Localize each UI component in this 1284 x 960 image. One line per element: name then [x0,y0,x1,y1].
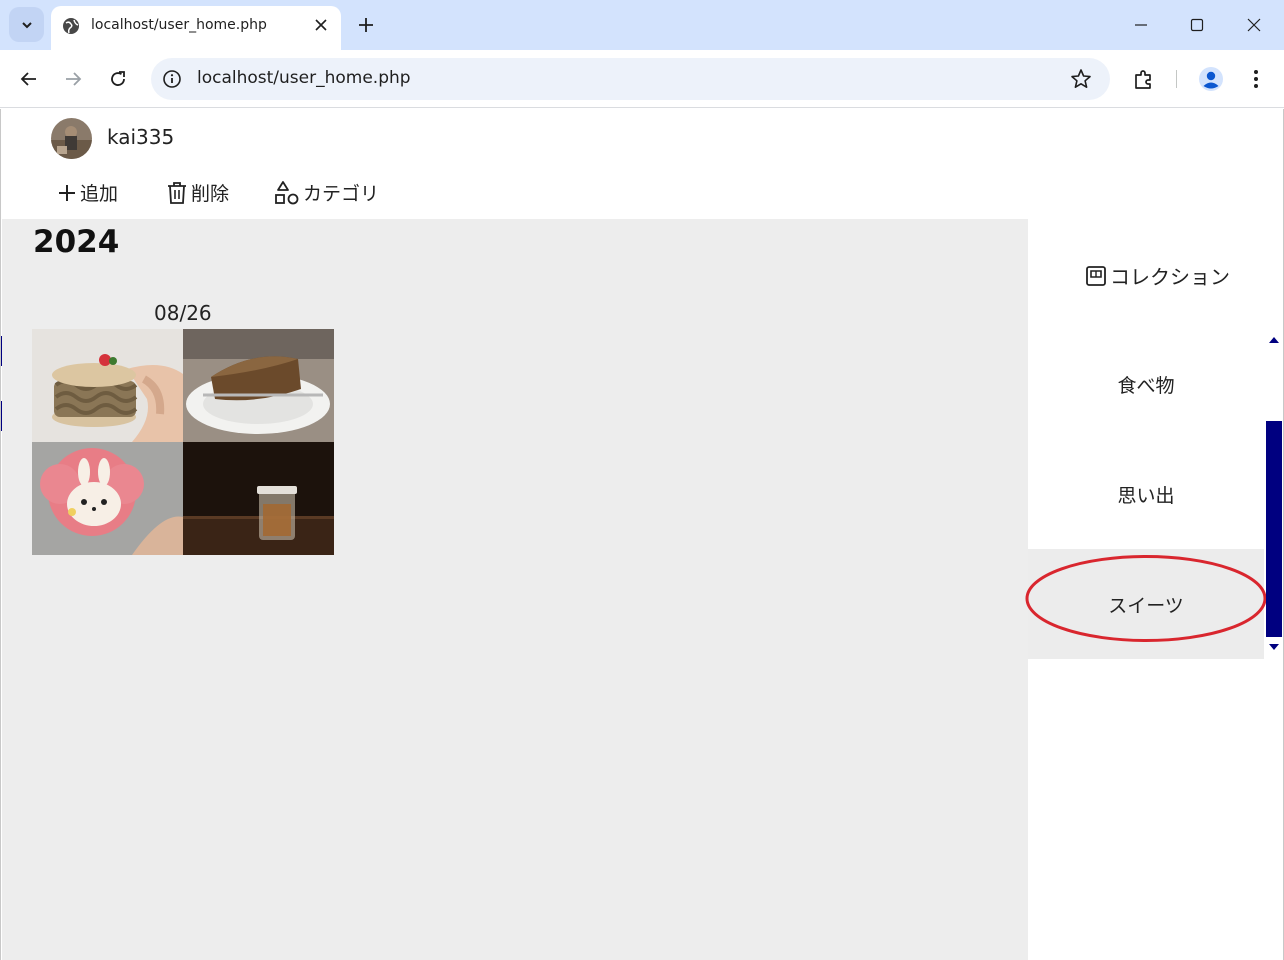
photo-timeline: 2024 08/26 [2,219,1028,960]
plus-icon [359,18,373,32]
browser-tab-strip: localhost/user_home.php [0,0,1284,50]
forward-button[interactable] [58,64,88,94]
date-label: 08/26 [154,301,212,325]
photo-thumbnail-jar[interactable] [183,442,334,555]
close-icon [1247,18,1261,32]
trash-icon [168,181,186,204]
collection-heading[interactable]: コレクション [1085,261,1230,290]
plus-icon [59,184,75,201]
window-close-button[interactable] [1239,10,1269,40]
close-icon [315,19,327,31]
scroll-down-arrow[interactable] [1269,644,1279,650]
browser-toolbar: localhost/user_home.php [0,50,1284,108]
category-label: 食べ物 [1117,374,1175,397]
year-heading: 2024 [33,224,120,260]
web-page: kai335 追加 削除 カテゴリ 2024 08/26 コレクション 食べ物 … [0,109,1284,960]
puzzle-icon [1135,70,1151,89]
minimize-button[interactable] [1126,10,1156,40]
scroll-up-arrow[interactable] [1269,337,1279,343]
delete-button[interactable]: 削除 [166,179,229,206]
minimize-icon [1135,24,1147,26]
category-button[interactable]: カテゴリ [274,179,379,206]
shapes-icon [275,180,299,204]
sidebar-scrollbar[interactable] [1264,329,1284,659]
category-item-food[interactable]: 食べ物 [1028,329,1264,439]
reload-button[interactable] [103,64,133,94]
extensions-button[interactable] [1129,64,1159,94]
collection-icon [1086,265,1106,286]
chevron-down-icon [21,21,32,28]
collection-sidebar: コレクション 食べ物 思い出 スイーツ [1025,219,1267,960]
scrollbar-thumb[interactable] [1266,421,1282,637]
toolbar-divider [1176,70,1177,88]
profile-icon [1199,67,1223,91]
address-bar[interactable]: localhost/user_home.php [151,58,1110,100]
browser-menu-button[interactable] [1241,64,1271,94]
category-label: 思い出 [1117,484,1175,507]
annotation-circle [1025,555,1267,642]
new-tab-button[interactable] [353,12,379,38]
photo-thumbnail-macaron[interactable] [32,329,183,442]
browser-tab[interactable]: localhost/user_home.php [51,6,341,50]
add-button[interactable]: 追加 [57,179,118,206]
arrow-left-icon [20,72,36,86]
maximize-button[interactable] [1182,10,1212,40]
category-item-sweets[interactable]: スイーツ [1025,549,1267,659]
back-button[interactable] [14,64,44,94]
username: kai335 [107,125,175,149]
tab-close-button[interactable] [311,15,331,35]
delete-label: 削除 [191,183,230,205]
avatar[interactable] [51,118,92,159]
reload-icon [111,71,125,86]
collection-label: コレクション [1110,265,1230,289]
info-icon[interactable] [162,69,182,89]
tab-title: localhost/user_home.php [91,17,267,33]
arrow-right-icon [66,72,82,86]
category-item-memories[interactable]: 思い出 [1028,439,1264,549]
photo-thumbnail-cake[interactable] [183,329,334,442]
more-vert-icon [1254,70,1258,88]
add-label: 追加 [80,183,119,205]
maximize-icon [1190,18,1204,32]
avatar-image [51,118,92,159]
globe-icon [63,18,79,34]
photo-thumbnail-bunny-cookie[interactable] [32,442,183,555]
category-label: カテゴリ [303,183,380,205]
profile-button[interactable] [1196,64,1226,94]
star-icon[interactable] [1070,68,1092,90]
url-text[interactable]: localhost/user_home.php [197,68,411,88]
tab-search-button[interactable] [9,7,44,42]
